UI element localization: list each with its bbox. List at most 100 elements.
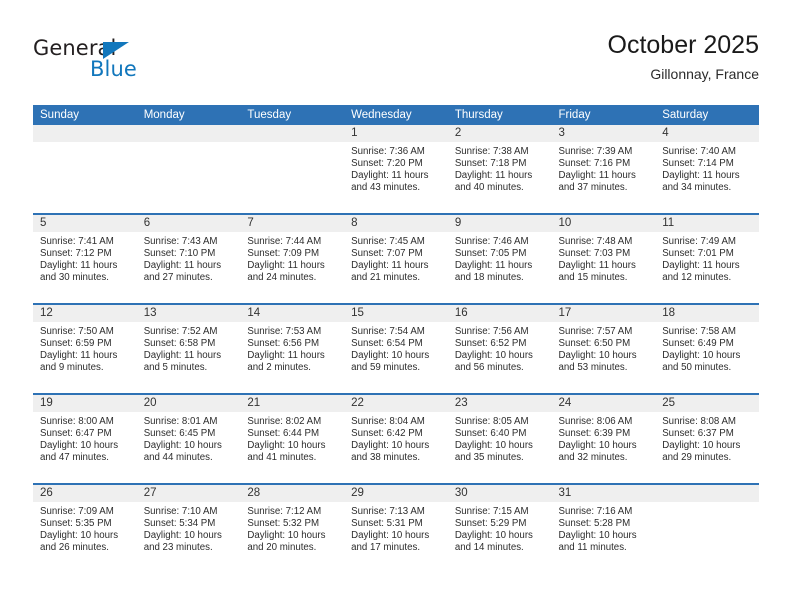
calendar-day-cell[interactable]: 23 Sunrise: 8:05 AM Sunset: 6:40 PM Dayligh… <box>447 393 552 484</box>
calendar-day-cell[interactable]: 16 Sunrise: 7:56 AM Sunset: 6:52 PM Dayligh… <box>447 303 552 394</box>
calendar-day-cell[interactable]: 10 Sunrise: 7:48 AM Sunset: 7:03 PM Dayligh… <box>551 213 656 304</box>
calendar-day-cell[interactable]: 22 Sunrise: 8:04 AM Sunset: 6:42 PM Dayligh… <box>344 393 448 484</box>
sunrise-time: Sunrise: 7:52 AM <box>143 326 218 337</box>
daylight-duration-line2: and 15 minutes. <box>558 271 628 283</box>
calendar-day-cell[interactable]: 14 Sunrise: 7:53 AM Sunset: 6:56 PM Dayligh… <box>240 303 345 394</box>
sunrise-time: Sunrise: 7:44 AM <box>247 236 322 247</box>
day-cell-inner: 27 Sunrise: 7:10 AM Sunset: 5:34 PM Dayligh… <box>136 485 241 573</box>
daylight-duration-line1: Daylight: 11 hours <box>351 169 429 181</box>
day-cell-inner: 12 Sunrise: 7:50 AM Sunset: 6:59 PM Dayligh… <box>33 305 137 393</box>
weekday-header-friday: Friday <box>551 105 656 125</box>
calendar-day-cell[interactable]: 31 Sunrise: 7:16 AM Sunset: 5:28 PM Dayligh… <box>551 483 656 573</box>
sunrise-time: Sunrise: 8:01 AM <box>143 416 218 427</box>
calendar-day-cell[interactable]: 3 Sunrise: 7:39 AM Sunset: 7:16 PM Daylight… <box>551 125 656 214</box>
daylight-duration-line2: and 32 minutes. <box>558 451 628 463</box>
daylight-duration-line2: and 27 minutes. <box>143 271 213 283</box>
daylight-duration-line1: Daylight: 10 hours <box>558 349 637 361</box>
calendar-day-cell[interactable]: 29 Sunrise: 7:13 AM Sunset: 5:31 PM Dayligh… <box>344 483 448 573</box>
calendar-week-row: 5 Sunrise: 7:41 AM Sunset: 7:12 PM Daylight… <box>33 213 759 304</box>
day-cell-details: Sunrise: 8:05 AM Sunset: 6:40 PM Daylight:… <box>448 412 552 464</box>
daylight-duration-line1: Daylight: 10 hours <box>247 529 326 541</box>
day-cell-inner <box>136 125 241 213</box>
daylight-duration-line2: and 59 minutes. <box>351 361 421 373</box>
calendar-day-cell[interactable]: 24 Sunrise: 8:06 AM Sunset: 6:39 PM Dayligh… <box>551 393 656 484</box>
calendar-day-cell[interactable]: 8 Sunrise: 7:45 AM Sunset: 7:07 PM Daylight… <box>344 213 448 304</box>
day-cell-details: Sunrise: 7:45 AM Sunset: 7:07 PM Daylight:… <box>344 232 448 284</box>
sunset-time: Sunset: 7:18 PM <box>454 157 527 169</box>
weekday-header-tuesday: Tuesday <box>240 105 345 125</box>
daylight-duration-line2: and 40 minutes. <box>454 181 524 193</box>
day-cell-inner: 21 Sunrise: 8:02 AM Sunset: 6:44 PM Dayligh… <box>240 395 345 483</box>
day-cell-inner: 4 Sunrise: 7:40 AM Sunset: 7:14 PM Daylight… <box>655 125 759 213</box>
calendar-day-cell[interactable]: 30 Sunrise: 7:15 AM Sunset: 5:29 PM Dayligh… <box>447 483 552 573</box>
weekday-header-sunday: Sunday <box>33 105 137 125</box>
day-cell-details: Sunrise: 8:02 AM Sunset: 6:44 PM Daylight:… <box>240 412 344 464</box>
day-cell-inner: 29 Sunrise: 7:13 AM Sunset: 5:31 PM Dayligh… <box>344 485 448 573</box>
calendar-day-cell[interactable]: 9 Sunrise: 7:46 AM Sunset: 7:05 PM Daylight… <box>447 213 552 304</box>
day-cell-inner: 9 Sunrise: 7:46 AM Sunset: 7:05 PM Daylight… <box>447 215 552 303</box>
sunset-time: Sunset: 7:03 PM <box>558 247 631 259</box>
day-cell-inner <box>240 125 345 213</box>
calendar-day-cell[interactable]: 11 Sunrise: 7:49 AM Sunset: 7:01 PM Dayligh… <box>655 213 759 304</box>
day-cell-inner: 26 Sunrise: 7:09 AM Sunset: 5:35 PM Dayligh… <box>33 485 137 573</box>
day-cell-inner: 19 Sunrise: 8:00 AM Sunset: 6:47 PM Dayligh… <box>33 395 137 483</box>
calendar-day-cell[interactable]: 20 Sunrise: 8:01 AM Sunset: 6:45 PM Dayligh… <box>136 393 241 484</box>
calendar-day-cell[interactable]: 27 Sunrise: 7:10 AM Sunset: 5:34 PM Dayligh… <box>136 483 241 573</box>
calendar-day-cell[interactable]: 21 Sunrise: 8:02 AM Sunset: 6:44 PM Dayligh… <box>240 393 345 484</box>
day-cell-inner: 31 Sunrise: 7:16 AM Sunset: 5:28 PM Dayligh… <box>551 485 656 573</box>
day-cell-inner: 11 Sunrise: 7:49 AM Sunset: 7:01 PM Dayligh… <box>655 215 759 303</box>
calendar-day-cell[interactable]: 19 Sunrise: 8:00 AM Sunset: 6:47 PM Dayligh… <box>33 393 137 484</box>
day-cell-details: Sunrise: 7:49 AM Sunset: 7:01 PM Daylight:… <box>655 232 759 284</box>
daylight-duration-line1: Daylight: 10 hours <box>662 439 741 451</box>
calendar-week-row: 1 Sunrise: 7:36 AM Sunset: 7:20 PM Daylight… <box>33 125 759 214</box>
calendar-day-cell[interactable]: 6 Sunrise: 7:43 AM Sunset: 7:10 PM Daylight… <box>136 213 241 304</box>
sunrise-time: Sunrise: 7:46 AM <box>454 236 529 247</box>
calendar-day-cell[interactable]: 15 Sunrise: 7:54 AM Sunset: 6:54 PM Dayligh… <box>344 303 448 394</box>
calendar-day-cell[interactable]: 5 Sunrise: 7:41 AM Sunset: 7:12 PM Daylight… <box>33 213 137 304</box>
calendar-day-cell-empty <box>655 483 759 573</box>
daylight-duration-line2: and 41 minutes. <box>247 451 317 463</box>
sunset-time: Sunset: 5:35 PM <box>40 517 112 529</box>
day-cell-inner: 13 Sunrise: 7:52 AM Sunset: 6:58 PM Dayligh… <box>136 305 241 393</box>
sunset-time: Sunset: 5:32 PM <box>247 517 320 529</box>
day-number: 17 <box>551 305 656 322</box>
daylight-duration-line2: and 37 minutes. <box>558 181 628 193</box>
calendar-day-cell[interactable]: 26 Sunrise: 7:09 AM Sunset: 5:35 PM Dayligh… <box>33 483 137 573</box>
day-cell-inner: 6 Sunrise: 7:43 AM Sunset: 7:10 PM Daylight… <box>136 215 241 303</box>
day-number <box>655 485 759 502</box>
calendar-day-cell[interactable]: 13 Sunrise: 7:52 AM Sunset: 6:58 PM Dayligh… <box>136 303 241 394</box>
calendar-day-cell[interactable]: 28 Sunrise: 7:12 AM Sunset: 5:32 PM Dayligh… <box>240 483 345 573</box>
day-cell-inner: 2 Sunrise: 7:38 AM Sunset: 7:18 PM Daylight… <box>447 125 552 213</box>
sunset-time: Sunset: 5:31 PM <box>351 517 423 529</box>
calendar-day-cell[interactable]: 12 Sunrise: 7:50 AM Sunset: 6:59 PM Dayligh… <box>33 303 137 394</box>
day-cell-inner: 17 Sunrise: 7:57 AM Sunset: 6:50 PM Dayligh… <box>551 305 656 393</box>
daylight-duration-line1: Daylight: 10 hours <box>454 439 533 451</box>
day-cell-details: Sunrise: 7:58 AM Sunset: 6:49 PM Daylight:… <box>655 322 759 374</box>
day-number: 7 <box>240 215 345 232</box>
calendar-day-cell[interactable]: 18 Sunrise: 7:58 AM Sunset: 6:49 PM Dayligh… <box>655 303 759 394</box>
calendar-day-cell[interactable]: 1 Sunrise: 7:36 AM Sunset: 7:20 PM Daylight… <box>344 125 448 214</box>
day-number: 22 <box>344 395 448 412</box>
sunrise-time: Sunrise: 7:40 AM <box>662 146 736 157</box>
day-cell-inner: 15 Sunrise: 7:54 AM Sunset: 6:54 PM Dayligh… <box>344 305 448 393</box>
day-number: 28 <box>240 485 345 502</box>
daylight-duration-line2: and 24 minutes. <box>247 271 317 283</box>
sunrise-time: Sunrise: 7:15 AM <box>454 506 529 517</box>
daylight-duration-line2: and 17 minutes. <box>351 541 421 553</box>
daylight-duration-line1: Daylight: 10 hours <box>454 349 533 361</box>
daylight-duration-line1: Daylight: 11 hours <box>143 259 222 271</box>
sunrise-time: Sunrise: 7:12 AM <box>247 506 322 517</box>
sunset-time: Sunset: 5:34 PM <box>143 517 216 529</box>
day-number: 31 <box>551 485 656 502</box>
sunset-time: Sunset: 6:58 PM <box>143 337 216 349</box>
calendar-day-cell[interactable]: 25 Sunrise: 8:08 AM Sunset: 6:37 PM Dayligh… <box>655 393 759 484</box>
day-number: 4 <box>655 125 759 142</box>
sunset-time: Sunset: 6:37 PM <box>662 427 734 439</box>
day-cell-details: Sunrise: 7:16 AM Sunset: 5:28 PM Daylight:… <box>552 502 656 554</box>
calendar-day-cell[interactable]: 4 Sunrise: 7:40 AM Sunset: 7:14 PM Daylight… <box>655 125 759 214</box>
day-number: 30 <box>447 485 552 502</box>
daylight-duration-line1: Daylight: 10 hours <box>351 529 430 541</box>
calendar-day-cell[interactable]: 17 Sunrise: 7:57 AM Sunset: 6:50 PM Dayligh… <box>551 303 656 394</box>
calendar-day-cell[interactable]: 7 Sunrise: 7:44 AM Sunset: 7:09 PM Daylight… <box>240 213 345 304</box>
calendar-day-cell[interactable]: 2 Sunrise: 7:38 AM Sunset: 7:18 PM Daylight… <box>447 125 552 214</box>
